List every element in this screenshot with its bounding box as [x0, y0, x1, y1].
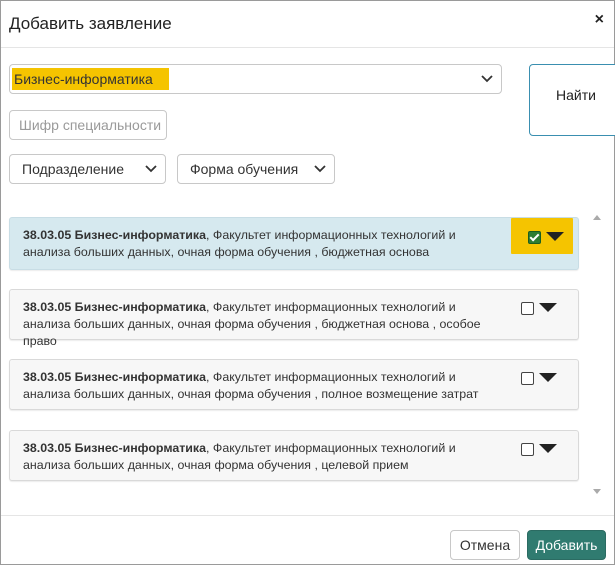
select-checkbox[interactable] — [528, 231, 541, 244]
division-select-value: Подразделение — [22, 161, 125, 177]
caret-down-icon[interactable] — [539, 373, 557, 382]
specialty-code-placeholder: Шифр специальности — [19, 117, 162, 133]
chevron-down-icon — [481, 75, 493, 83]
find-button[interactable]: Найти — [529, 64, 615, 136]
dialog-header: Добавить заявление × — [1, 1, 614, 48]
list-item-description: 38.03.05 Бизнес-информатика, Факультет и… — [23, 369, 503, 403]
list-item[interactable]: 38.03.05 Бизнес-информатика, Факультет и… — [9, 289, 579, 348]
program-code: 38.03.05 Бизнес-информатика — [23, 441, 207, 455]
list-item[interactable]: 38.03.05 Бизнес-информатика, Факультет и… — [9, 430, 579, 481]
item-controls — [510, 431, 568, 479]
specialty-code-input[interactable]: Шифр специальности — [9, 110, 167, 140]
program-code: 38.03.05 Бизнес-информатика — [23, 300, 207, 314]
chevron-down-icon — [145, 165, 157, 173]
add-button[interactable]: Добавить — [527, 530, 606, 560]
study-form-select-value: Форма обучения — [190, 161, 299, 177]
item-controls — [510, 290, 568, 338]
item-controls — [511, 218, 573, 254]
program-select-value: Бизнес-информатика — [12, 68, 169, 90]
caret-down-icon[interactable] — [546, 232, 564, 241]
select-checkbox[interactable] — [521, 443, 534, 456]
find-button-label: Найти — [556, 87, 596, 103]
division-select[interactable]: Подразделение — [9, 154, 166, 184]
cancel-button[interactable]: Отмена — [450, 530, 520, 560]
study-form-select[interactable]: Форма обучения — [177, 154, 335, 184]
item-controls — [510, 360, 568, 408]
add-application-dialog: Добавить заявление × Бизнес-информатика … — [0, 0, 615, 565]
program-code: 38.03.05 Бизнес-информатика — [23, 370, 207, 384]
program-code: 38.03.05 Бизнес-информатика — [23, 228, 207, 242]
scroll-up-arrow[interactable] — [593, 215, 601, 220]
dialog-footer: Отмена Добавить — [1, 515, 614, 565]
list-item[interactable]: 38.03.05 Бизнес-информатика, Факультет и… — [9, 359, 579, 410]
caret-down-icon[interactable] — [539, 444, 557, 453]
caret-down-icon[interactable] — [539, 303, 557, 312]
select-checkbox[interactable] — [521, 302, 534, 315]
close-icon[interactable]: × — [595, 11, 604, 29]
results-list[interactable]: 38.03.05 Бизнес-информатика, Факультет и… — [9, 211, 601, 501]
select-checkbox[interactable] — [521, 372, 534, 385]
scroll-down-arrow[interactable] — [593, 489, 601, 494]
program-select[interactable]: Бизнес-информатика — [9, 64, 502, 94]
list-item-description: 38.03.05 Бизнес-информатика, Факультет и… — [23, 440, 503, 474]
chevron-down-icon — [314, 165, 326, 173]
dialog-title: Добавить заявление — [9, 14, 172, 33]
list-item-description: 38.03.05 Бизнес-информатика, Факультет и… — [23, 299, 503, 350]
list-item-description: 38.03.05 Бизнес-информатика, Факультет и… — [23, 227, 503, 261]
list-item[interactable]: 38.03.05 Бизнес-информатика, Факультет и… — [9, 217, 579, 270]
